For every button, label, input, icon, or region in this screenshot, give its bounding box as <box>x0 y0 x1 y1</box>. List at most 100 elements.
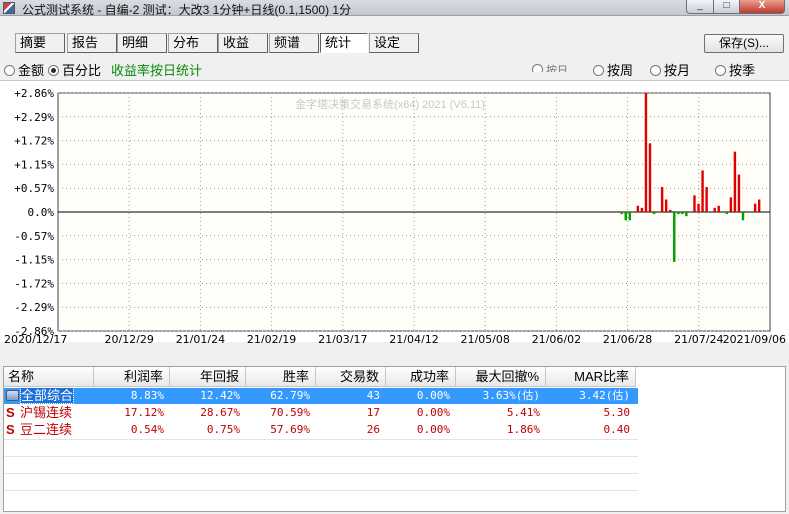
by-quarter-radio[interactable] <box>715 65 726 76</box>
save-button[interactable]: 保存(S)... <box>704 34 784 53</box>
x-tick-label: 21/06/28 <box>603 333 652 343</box>
table-header: 名称 利润率 年回报 胜率 交易数 成功率 最大回撤% MAR比率 <box>4 367 638 387</box>
row-maxdd: 3.63%(估) <box>482 389 540 402</box>
row-profit: 0.54% <box>130 423 164 436</box>
table-row[interactable]: S 沪锡连续 17.12% 28.67% 70.59% 17 0.00% 5.41… <box>4 405 638 421</box>
by-month-option[interactable]: 按月 <box>650 60 691 78</box>
y-tick-label: -1.15% <box>14 254 54 267</box>
tab-settings[interactable]: 设定 <box>369 33 419 53</box>
x-tick-label: 21/04/12 <box>389 333 438 343</box>
row-divider <box>4 456 638 457</box>
bar <box>725 212 729 215</box>
bar <box>660 187 664 212</box>
table-row[interactable]: 全部综合 8.83% 12.42% 62.79% 43 0.00% 3.63%(… <box>4 387 638 404</box>
bar <box>644 93 648 212</box>
bar <box>624 212 627 221</box>
bar <box>628 212 631 221</box>
row-name: 全部综合 <box>19 387 75 404</box>
y-tick-label: +2.86% <box>14 87 54 100</box>
x-tick-label: 21/02/19 <box>247 333 296 343</box>
by-day-option[interactable]: 按日 <box>532 62 568 72</box>
row-name: 豆二连续 <box>20 422 73 437</box>
percent-label: 百分比 <box>62 63 102 78</box>
y-tick-label: -1.72% <box>14 277 54 290</box>
percent-radio[interactable] <box>48 65 59 76</box>
row-mar: 0.40 <box>603 423 631 436</box>
row-win: 57.69% <box>270 423 310 436</box>
col-profit[interactable]: 利润率 <box>94 367 170 387</box>
bar <box>673 212 676 262</box>
amount-radio[interactable] <box>4 65 15 76</box>
y-tick-label: -2.29% <box>14 301 54 314</box>
y-tick-label: +2.29% <box>14 111 54 124</box>
by-day-radio[interactable] <box>532 64 543 72</box>
minimize-button[interactable]: _ <box>686 0 714 14</box>
group-icon <box>6 390 19 401</box>
y-tick-label: +1.72% <box>14 135 54 148</box>
row-success: 0.00% <box>416 389 450 402</box>
tab-distribution[interactable]: 分布 <box>168 33 218 53</box>
percent-option[interactable]: 百分比 <box>48 60 102 78</box>
x-tick-label: 21/07/24 <box>674 333 723 343</box>
col-name[interactable]: 名称 <box>4 367 94 387</box>
s-icon: S <box>6 405 15 420</box>
col-success[interactable]: 成功率 <box>386 367 456 387</box>
y-tick-label: +0.57% <box>14 182 54 195</box>
x-tick-label: 21/06/02 <box>532 333 581 343</box>
row-maxdd: 5.41% <box>506 406 540 419</box>
tab-detail[interactable]: 明细 <box>117 33 167 53</box>
tab-spectrum[interactable]: 频谱 <box>269 33 319 53</box>
bar <box>640 207 644 212</box>
col-mar[interactable]: MAR比率 <box>546 367 636 387</box>
by-month-label: 按月 <box>664 63 691 78</box>
row-maxdd: 1.86% <box>506 423 540 436</box>
bar <box>652 212 656 215</box>
row-divider <box>4 490 638 491</box>
amount-option[interactable]: 金额 <box>4 60 45 78</box>
y-tick-label: -0.57% <box>14 230 54 243</box>
x-tick-label: 2020/12/17 <box>4 333 67 343</box>
watermark: 金字塔决策交易系统(x64) 2021 (V6.11) <box>295 97 485 111</box>
bar <box>693 195 696 212</box>
row-win: 62.79% <box>270 389 310 402</box>
returns-chart: 金字塔决策交易系统(x64) 2021 (V6.11) +2.86% +2.29% +… <box>0 80 789 343</box>
bar <box>685 212 688 217</box>
col-trades[interactable]: 交易数 <box>316 367 386 387</box>
bar <box>697 203 700 212</box>
amount-label: 金额 <box>18 63 45 78</box>
by-week-radio[interactable] <box>593 65 604 76</box>
tab-statistics[interactable]: 统计 <box>320 33 368 53</box>
by-week-option[interactable]: 按周 <box>593 60 633 78</box>
app-icon <box>3 2 15 14</box>
row-profit: 8.83% <box>130 389 164 402</box>
row-profit: 17.12% <box>124 406 164 419</box>
col-win[interactable]: 胜率 <box>246 367 316 387</box>
bar <box>733 151 737 212</box>
x-tick-label: 21/05/08 <box>460 333 509 343</box>
close-button[interactable]: X <box>739 0 785 14</box>
row-annual: 28.67% <box>200 406 240 419</box>
returns-chart-svg: 金字塔决策交易系统(x64) 2021 (V6.11) +2.86% +2.29% +… <box>4 87 786 343</box>
row-win: 70.59% <box>270 406 310 419</box>
tab-profit[interactable]: 收益 <box>218 33 268 53</box>
col-annual[interactable]: 年回报 <box>170 367 246 387</box>
tab-summary[interactable]: 摘要 <box>15 33 65 53</box>
y-tick-label: +1.15% <box>14 158 54 171</box>
col-maxdd[interactable]: 最大回撤% <box>456 367 546 387</box>
tab-report[interactable]: 报告 <box>67 33 117 53</box>
row-annual: 12.42% <box>200 389 240 402</box>
row-trades: 43 <box>366 389 380 402</box>
bar <box>741 212 745 221</box>
row-divider <box>4 439 638 440</box>
by-month-radio[interactable] <box>650 65 661 76</box>
by-quarter-option[interactable]: 按季 <box>715 60 755 78</box>
maximize-button[interactable]: □ <box>713 0 740 14</box>
row-success: 0.00% <box>416 423 450 436</box>
table-row[interactable]: S 豆二连续 0.54% 0.75% 57.69% 26 0.00% 1.86% … <box>4 422 638 438</box>
row-name: 沪锡连续 <box>20 405 73 420</box>
row-mar: 5.30 <box>603 406 631 419</box>
bar <box>753 203 757 212</box>
x-tick-label: 2021/09/06 <box>723 333 786 343</box>
bar <box>681 212 684 215</box>
bar <box>636 205 640 212</box>
